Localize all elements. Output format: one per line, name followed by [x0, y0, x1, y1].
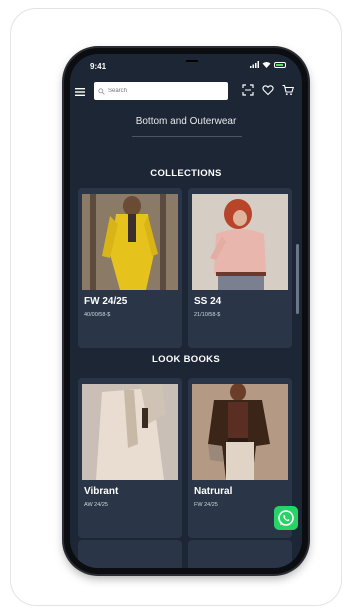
app-screen: 9:41 Search Bottom and Outerwear COLLECT…	[70, 54, 302, 568]
lookbook-partial-image	[82, 546, 178, 568]
signal-icon	[250, 61, 259, 68]
collection-name: SS 24	[194, 296, 222, 307]
title-divider	[132, 136, 242, 137]
lookbook-name: Natrural	[194, 486, 233, 497]
top-actions	[242, 84, 294, 96]
collection-card-ss[interactable]: SS 24 21/10/58-$	[188, 188, 292, 348]
collections-heading: COLLECTIONS	[150, 168, 222, 179]
lookbook-partial-image	[192, 546, 288, 568]
status-bar: 9:41	[70, 54, 302, 78]
search-icon	[98, 87, 105, 95]
battery-icon	[274, 61, 286, 68]
collection-name: FW 24/25	[84, 296, 128, 307]
top-bar	[70, 80, 302, 104]
lookbook-card-vibrant[interactable]: Vibrant AW 24/25	[78, 378, 182, 538]
lookbook-vibrant-image	[82, 384, 178, 480]
lookbook-natrural-image	[192, 384, 288, 480]
status-time: 9:41	[90, 62, 107, 71]
heart-icon[interactable]	[262, 84, 274, 96]
scrollbar[interactable]	[296, 244, 299, 314]
lookbook-card-partial[interactable]	[188, 540, 292, 568]
lookbooks-heading: LOOK BOOKS	[152, 354, 220, 365]
dynamic-island	[186, 60, 198, 62]
menu-icon[interactable]	[74, 86, 86, 98]
page-title: Bottom and Outerwear	[135, 116, 237, 127]
lookbook-name: Vibrant	[84, 486, 119, 497]
lookbook-code: FW 24/25	[194, 502, 218, 508]
collection-ss-image	[192, 194, 288, 290]
scan-icon[interactable]	[242, 84, 254, 96]
lookbook-card-partial[interactable]	[78, 540, 182, 568]
whatsapp-icon	[278, 510, 294, 526]
search-bar[interactable]	[94, 82, 228, 100]
collection-fw-image	[82, 194, 178, 290]
phone-mockup: 9:41 Search Bottom and Outerwear COLLECT…	[64, 48, 308, 574]
cart-icon[interactable]	[282, 84, 294, 96]
search-input[interactable]	[108, 88, 218, 94]
collection-code: 21/10/58-$	[194, 312, 221, 318]
lookbook-code: AW 24/25	[84, 502, 108, 508]
collection-card-fw[interactable]: FW 24/25 40/00/58-$	[78, 188, 182, 348]
collection-code: 40/00/58-$	[84, 312, 111, 318]
wifi-icon	[262, 62, 271, 68]
whatsapp-button[interactable]	[274, 506, 298, 530]
status-icons	[250, 61, 286, 68]
